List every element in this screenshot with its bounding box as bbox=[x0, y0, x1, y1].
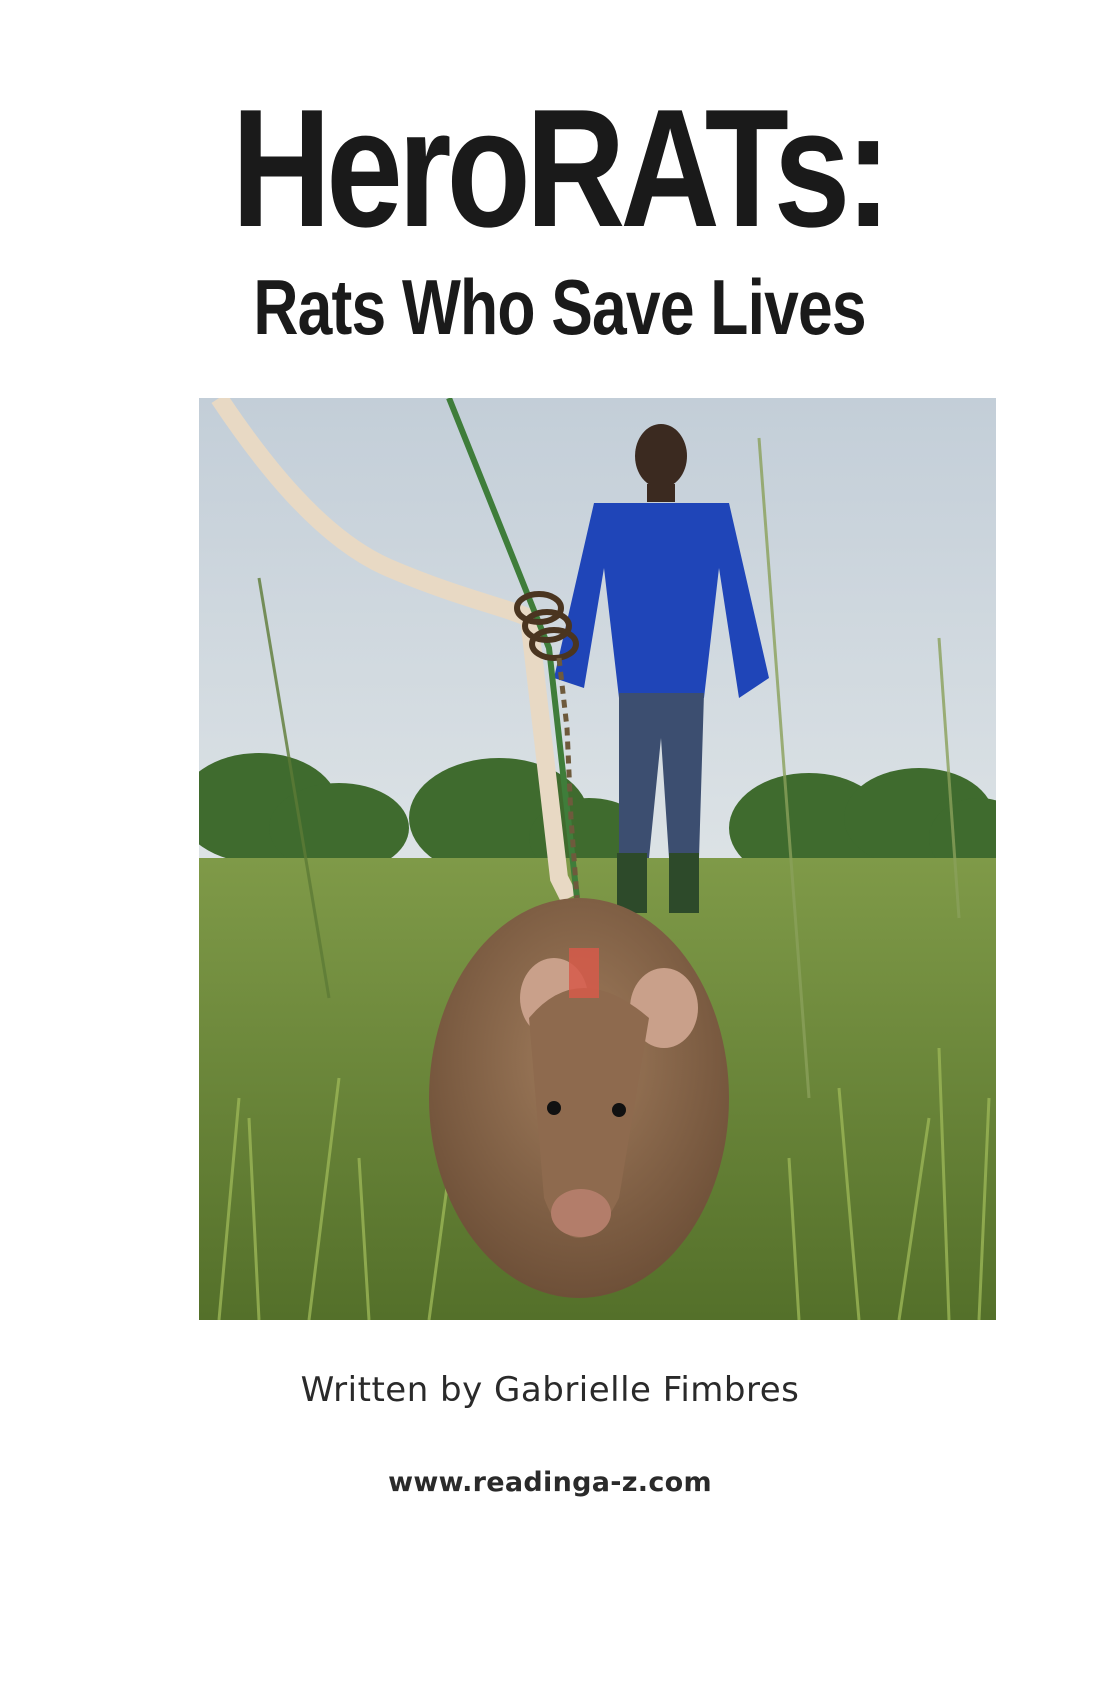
book-title: HeroRATs: bbox=[231, 74, 892, 262]
author-byline: Written by Gabrielle Fimbres bbox=[300, 1370, 800, 1410]
cover-photo bbox=[199, 398, 996, 1320]
publisher-url[interactable]: www.readinga-z.com bbox=[0, 1465, 1100, 1501]
book-subtitle: Rats Who Save Lives bbox=[253, 263, 866, 351]
book-cover-page: HeroRATs: Rats Who Save Lives Written by… bbox=[0, 0, 1100, 1700]
rat-photo-illustration bbox=[199, 398, 996, 1320]
rat bbox=[429, 898, 729, 1298]
